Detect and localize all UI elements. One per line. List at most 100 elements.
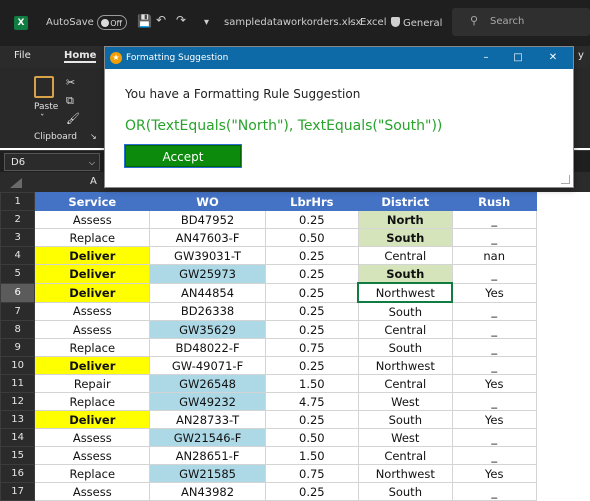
cell-wo[interactable]: GW26548 bbox=[149, 374, 266, 393]
column-header-wo[interactable]: WO bbox=[149, 192, 266, 211]
cell-district[interactable]: West bbox=[357, 428, 453, 447]
row-header[interactable]: 6 bbox=[0, 282, 36, 303]
cell-rush[interactable]: _ bbox=[451, 338, 537, 357]
cell-wo[interactable]: BD26338 bbox=[149, 301, 266, 321]
cell-rush[interactable]: _ bbox=[451, 428, 537, 447]
cell-rush[interactable]: _ bbox=[451, 210, 537, 229]
cell-wo[interactable]: BD48022-F bbox=[149, 338, 266, 357]
cell-rush[interactable]: _ bbox=[451, 482, 537, 501]
row-header[interactable]: 10 bbox=[0, 356, 36, 375]
cell-service[interactable]: Replace bbox=[34, 338, 151, 357]
cell-wo[interactable]: AN28733-T bbox=[149, 410, 266, 429]
empty-cell[interactable] bbox=[536, 302, 589, 321]
cell-wo[interactable]: AN28651-F bbox=[149, 446, 266, 465]
cell-wo[interactable]: AN44854 bbox=[149, 282, 266, 303]
resize-grip-icon[interactable] bbox=[561, 175, 570, 184]
cell-service[interactable]: Assess bbox=[34, 446, 151, 465]
cell-district[interactable]: Northwest bbox=[357, 356, 453, 375]
empty-cell[interactable] bbox=[536, 265, 589, 284]
row-header[interactable]: 13 bbox=[0, 410, 36, 429]
accept-button[interactable]: Accept bbox=[124, 144, 242, 168]
cell-district[interactable]: North bbox=[357, 210, 453, 229]
empty-cell[interactable] bbox=[536, 357, 589, 375]
row-header[interactable]: 8 bbox=[0, 320, 36, 339]
cell-rush[interactable]: Yes bbox=[451, 410, 537, 429]
cut-icon[interactable]: ✂ bbox=[66, 76, 75, 89]
cell-wo[interactable]: GW21585 bbox=[149, 464, 266, 483]
cell-district[interactable]: Northwest bbox=[357, 464, 453, 483]
row-header[interactable]: 9 bbox=[0, 338, 36, 357]
sensitivity-label[interactable]: General bbox=[391, 17, 442, 29]
empty-cell[interactable] bbox=[536, 339, 589, 357]
paste-label[interactable]: Paste bbox=[34, 102, 58, 112]
customize-toolbar-icon[interactable]: ▾ bbox=[204, 17, 209, 28]
clipboard-launcher-icon[interactable]: ↘ bbox=[90, 132, 97, 141]
cell-lbrhrs[interactable]: 0.50 bbox=[264, 228, 359, 247]
cell-lbrhrs[interactable]: 0.25 bbox=[264, 410, 359, 429]
autosave-toggle[interactable]: Off bbox=[97, 15, 127, 30]
cell-service[interactable]: Replace bbox=[34, 228, 151, 247]
cell-lbrhrs[interactable]: 0.75 bbox=[264, 338, 359, 357]
row-header[interactable]: 11 bbox=[0, 374, 36, 393]
cell-service[interactable]: Assess bbox=[34, 210, 151, 229]
copy-icon[interactable]: ⧉ bbox=[66, 94, 74, 108]
search-box[interactable]: ⚲ Search bbox=[452, 8, 590, 36]
row-header[interactable]: 14 bbox=[0, 428, 36, 447]
cell-district[interactable]: South bbox=[357, 301, 453, 321]
column-header-a[interactable]: A bbox=[90, 176, 97, 187]
column-header-rush[interactable]: Rush bbox=[451, 192, 537, 211]
empty-cell[interactable] bbox=[536, 429, 589, 447]
cell-rush[interactable]: _ bbox=[451, 264, 537, 284]
cell-lbrhrs[interactable]: 0.75 bbox=[264, 464, 359, 483]
empty-cell[interactable] bbox=[536, 393, 589, 411]
empty-cell[interactable] bbox=[536, 411, 589, 429]
cell-wo[interactable]: AN43982 bbox=[149, 482, 266, 501]
cell-lbrhrs[interactable]: 0.25 bbox=[264, 210, 359, 229]
empty-cell[interactable] bbox=[536, 283, 589, 302]
paste-icon[interactable] bbox=[34, 76, 54, 98]
cell-lbrhrs[interactable]: 0.50 bbox=[264, 428, 359, 447]
minimize-icon[interactable]: – bbox=[478, 50, 494, 66]
row-header[interactable]: 1 bbox=[0, 192, 36, 211]
empty-cell[interactable] bbox=[536, 483, 589, 501]
tab-file[interactable]: File bbox=[14, 50, 31, 61]
cell-service[interactable]: Repair bbox=[34, 374, 151, 393]
row-header[interactable]: 4 bbox=[0, 246, 36, 265]
cell-district[interactable]: South bbox=[357, 410, 453, 429]
cell-rush[interactable]: Yes bbox=[451, 374, 537, 393]
cell-rush[interactable]: _ bbox=[451, 446, 537, 465]
column-header-lbrhrs[interactable]: LbrHrs bbox=[264, 192, 359, 211]
format-painter-icon[interactable]: 🖌 bbox=[66, 112, 80, 125]
paste-dropdown-icon[interactable]: ˇ bbox=[40, 114, 45, 124]
cell-wo[interactable]: GW-49071-F bbox=[149, 356, 266, 375]
cell-district[interactable]: Northwest bbox=[357, 282, 454, 303]
cell-rush[interactable]: Yes bbox=[451, 282, 537, 303]
cell-lbrhrs[interactable]: 4.75 bbox=[264, 392, 359, 411]
cell-lbrhrs[interactable]: 1.50 bbox=[264, 374, 359, 393]
cell-lbrhrs[interactable]: 0.25 bbox=[264, 282, 359, 303]
row-header[interactable]: 2 bbox=[0, 210, 36, 229]
row-header[interactable]: 7 bbox=[0, 301, 36, 321]
cell-wo[interactable]: AN47603-F bbox=[149, 228, 266, 247]
cell-service[interactable]: Deliver bbox=[34, 264, 151, 284]
column-header-service[interactable]: Service bbox=[34, 192, 151, 211]
row-header[interactable]: 12 bbox=[0, 392, 36, 411]
empty-cell[interactable] bbox=[536, 211, 589, 229]
redo-icon[interactable]: ↷ bbox=[176, 13, 186, 27]
cell-wo[interactable]: GW35629 bbox=[149, 320, 266, 339]
cell-district[interactable]: South bbox=[357, 338, 453, 357]
row-header[interactable]: 15 bbox=[0, 446, 36, 465]
cell-service[interactable]: Assess bbox=[34, 320, 151, 339]
cell-district[interactable]: South bbox=[357, 264, 453, 284]
undo-icon[interactable]: ↶ bbox=[156, 13, 166, 27]
cell-service[interactable]: Replace bbox=[34, 464, 151, 483]
row-header[interactable]: 16 bbox=[0, 464, 36, 483]
cell-district[interactable]: Central bbox=[357, 246, 453, 265]
cell-district[interactable]: Central bbox=[357, 374, 453, 393]
cell-wo[interactable]: GW21546-F bbox=[149, 428, 266, 447]
cell-service[interactable]: Deliver bbox=[34, 410, 151, 429]
empty-cell[interactable] bbox=[536, 229, 589, 247]
cell-service[interactable]: Assess bbox=[34, 482, 151, 501]
cell-wo[interactable]: GW39031-T bbox=[149, 246, 266, 265]
close-icon[interactable]: ✕ bbox=[545, 50, 561, 66]
